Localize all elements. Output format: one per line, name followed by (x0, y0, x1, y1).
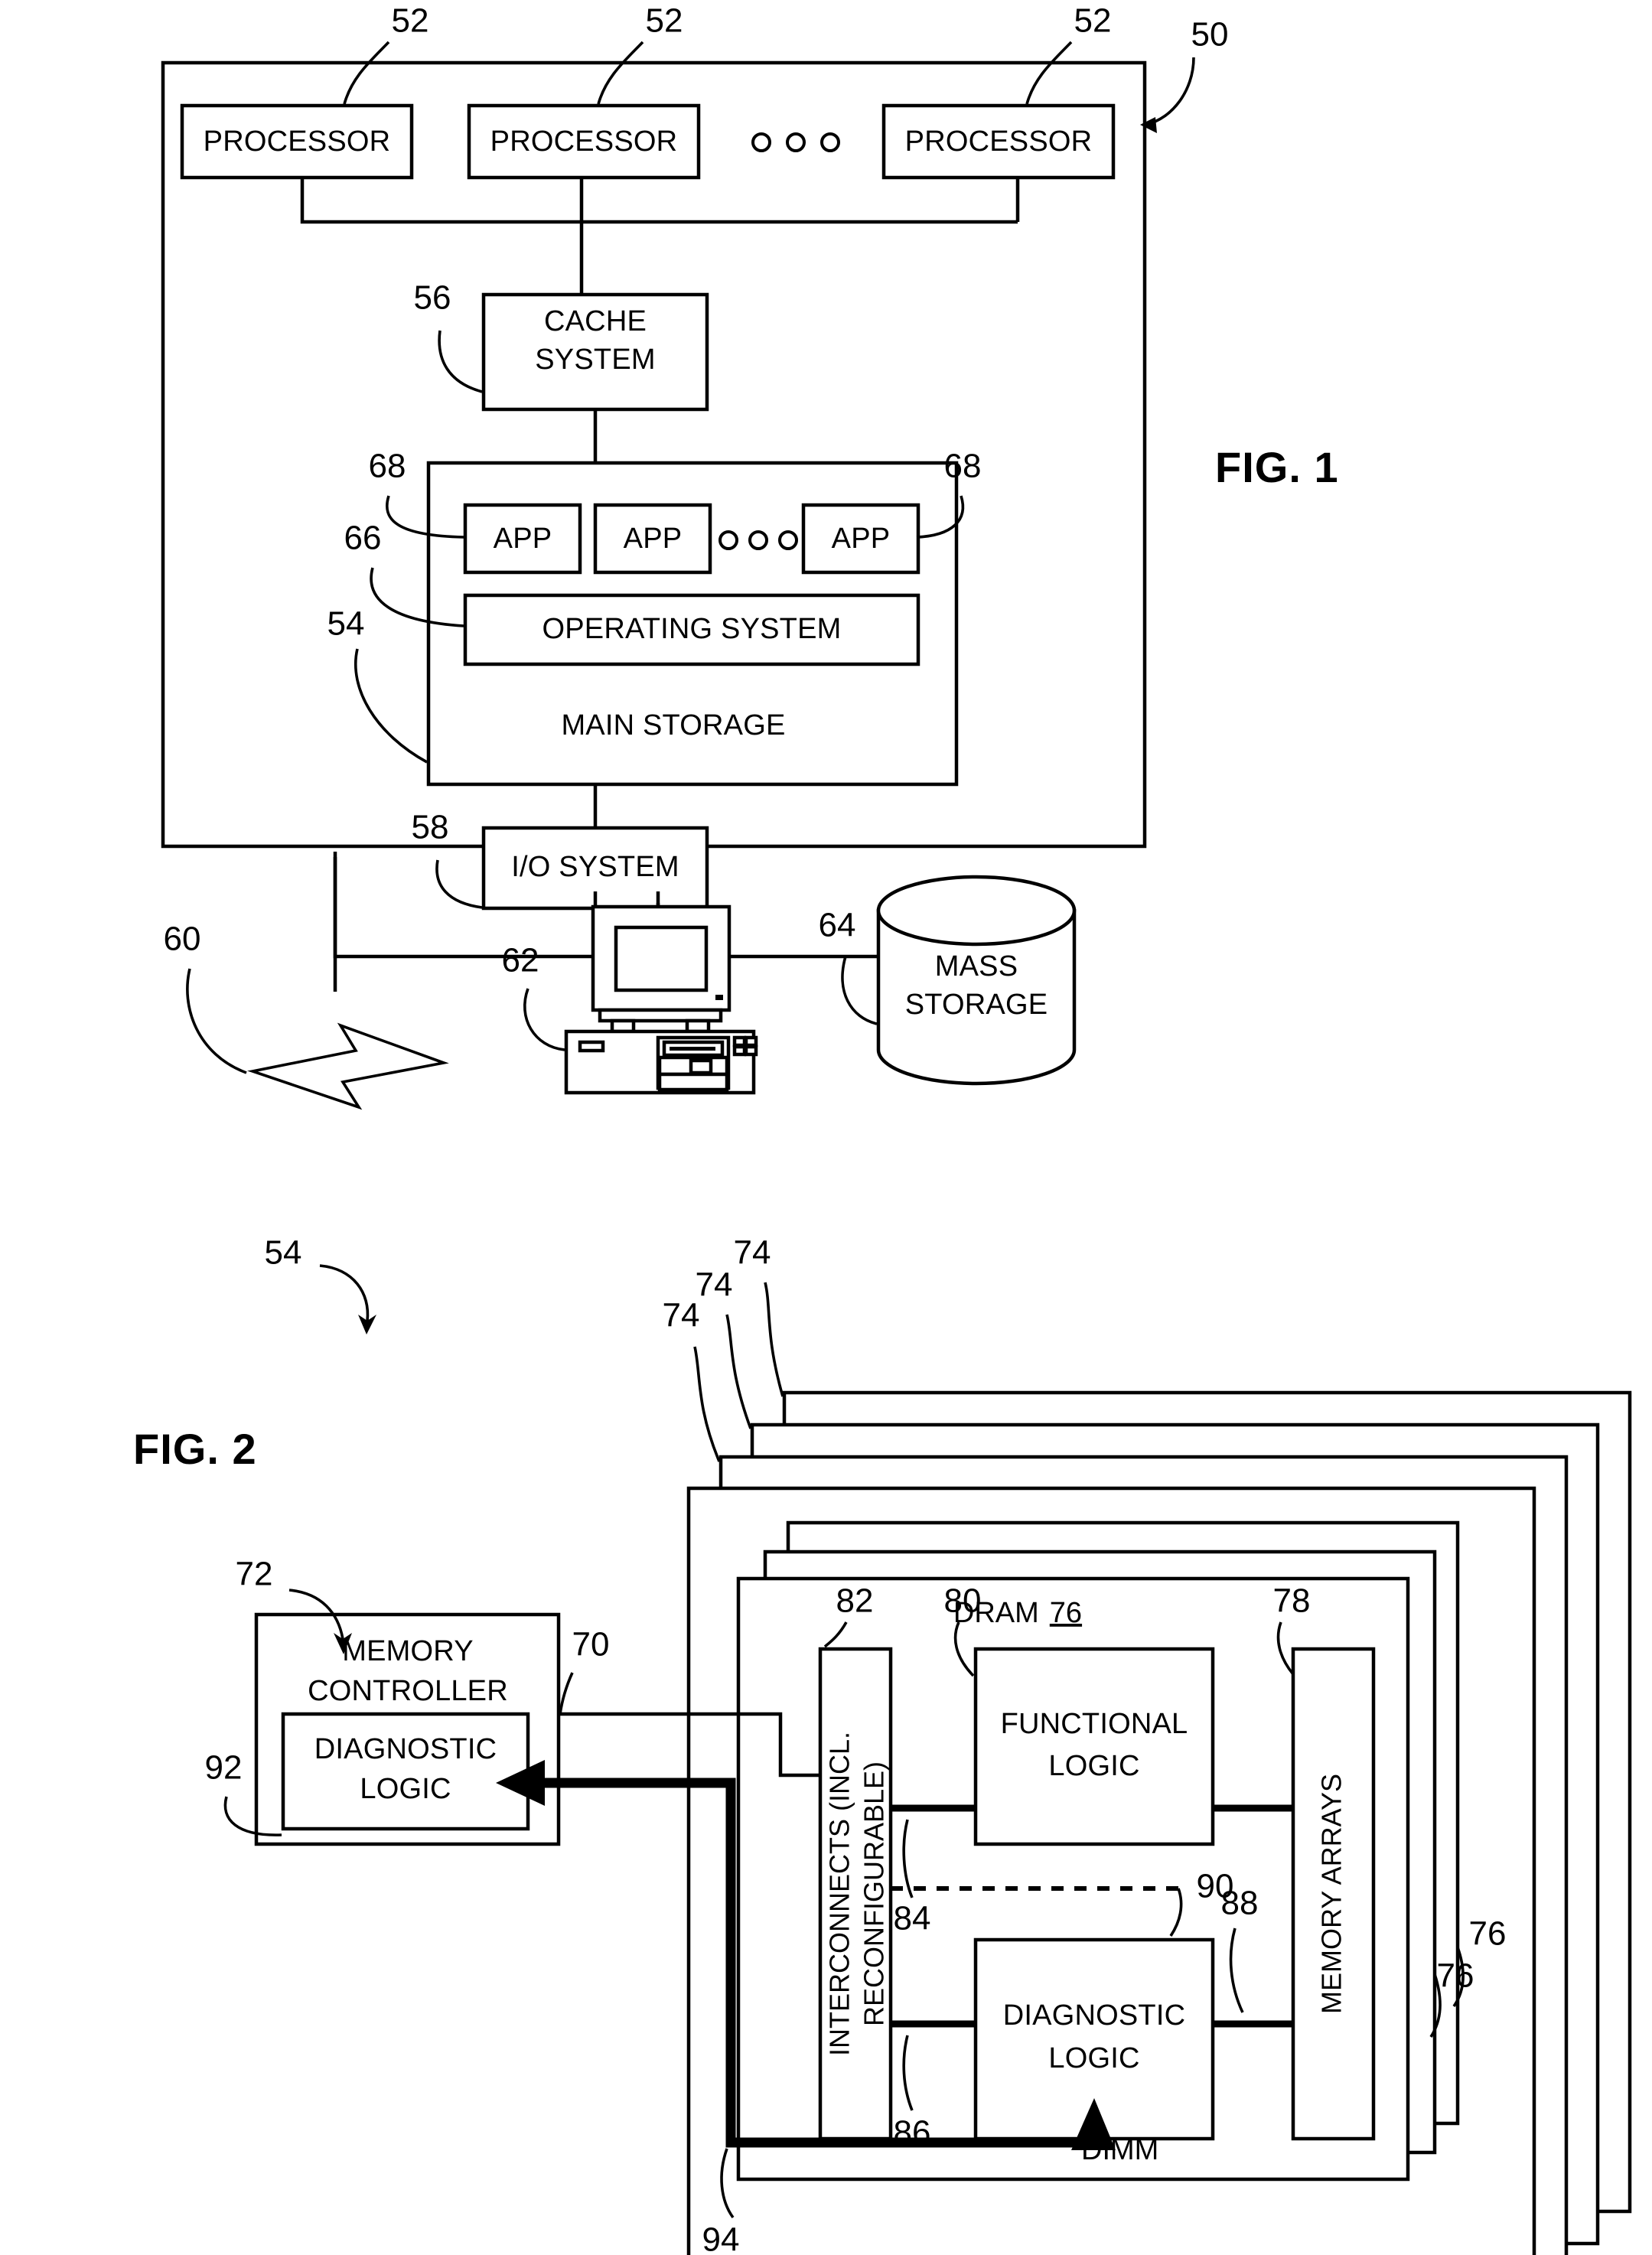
ref-lead-58 (435, 859, 483, 909)
functional-logic-label-line1: FUNCTIONAL (1001, 1708, 1188, 1740)
ref-label-54-fig1: 54 (327, 605, 365, 643)
memory-controller-label-line1: MEMORY (342, 1635, 474, 1667)
ref-label-52-3: 52 (1074, 2, 1112, 40)
interconnects-label-line1: INTERCONNECTS (INCL. (824, 1732, 855, 2056)
ref-label-50: 50 (1191, 16, 1229, 54)
ref-lead-50 (1147, 57, 1195, 125)
ref-label-62: 62 (502, 942, 539, 979)
ref-label-68-left: 68 (369, 448, 406, 485)
controller-diagnostic-line2: LOGIC (360, 1773, 451, 1805)
ref-label-84: 84 (894, 1900, 931, 1937)
ref-lead-60 (186, 968, 247, 1074)
figures-canvas: 50 PROCESSOR PROCESSOR PROCESSOR 52 52 5… (133, 2, 1632, 2255)
figure-2: FIG. 2 54 74 74 74 DRAM 76 INTERCONNECTS … (133, 1234, 1632, 2255)
io-system-label: I/O SYSTEM (511, 851, 679, 883)
ref-label-78: 78 (1273, 1582, 1311, 1620)
processor-label-3: PROCESSOR (905, 125, 1093, 158)
controller-diagnostic-line1: DIAGNOSTIC (314, 1733, 497, 1765)
interconnects-label-line2: RECONFIGURABLE) (859, 1761, 890, 2026)
functional-logic-box (973, 1647, 1215, 1846)
lightning-bolt-icon (247, 1022, 449, 1110)
ref-label-52-1: 52 (392, 2, 429, 40)
mass-storage-label-line1: MASS (935, 950, 1018, 982)
app-label-1: APP (494, 523, 552, 555)
ref-label-52-2: 52 (646, 2, 683, 40)
ref-label-64: 64 (819, 907, 856, 944)
ref-label-82: 82 (836, 1582, 874, 1620)
ref-lead-74-1 (764, 1282, 784, 1397)
dram-diagnostic-logic-line1: DIAGNOSTIC (1003, 1999, 1185, 2032)
cache-system-label-line1: CACHE (544, 305, 647, 337)
desktop-computer-icon (564, 904, 758, 1095)
ref-label-68-right: 68 (944, 448, 982, 485)
ref-label-76-2: 76 (1437, 1957, 1474, 1995)
main-storage-label: MAIN STORAGE (561, 709, 785, 741)
ref-label-74-2: 74 (696, 1266, 733, 1304)
functional-logic-label-line2: LOGIC (1048, 1750, 1139, 1782)
ref-lead-74-2 (725, 1314, 752, 1429)
ref-label-92: 92 (205, 1749, 243, 1787)
operating-system-label: OPERATING SYSTEM (543, 613, 842, 645)
ref-label-72: 72 (236, 1556, 273, 1593)
ref-label-74-1: 74 (734, 1234, 771, 1272)
figure-1-caption: FIG. 1 (1215, 443, 1339, 491)
controller-diagnostic-logic-box (281, 1712, 530, 1831)
app-label-3: APP (832, 523, 891, 555)
ref-label-90: 90 (1197, 1868, 1234, 1905)
memory-arrays-label: MEMORY ARRAYS (1316, 1774, 1347, 2014)
dram-diagnostic-logic-line2: LOGIC (1048, 2042, 1139, 2074)
app-label-2: APP (624, 523, 683, 555)
cache-system-label-line2: SYSTEM (535, 344, 655, 376)
ref-label-94: 94 (702, 2221, 740, 2255)
ref-lead-62 (523, 988, 565, 1051)
memory-controller-label-line2: CONTROLLER (308, 1675, 508, 1707)
patent-drawing-sheet: 50 PROCESSOR PROCESSOR PROCESSOR 52 52 5… (0, 0, 1652, 2255)
figure-2-caption: FIG. 2 (133, 1425, 257, 1473)
ref-label-58: 58 (412, 809, 449, 846)
ref-label-80: 80 (944, 1582, 982, 1620)
ref-lead-64 (841, 956, 878, 1025)
ref-lead-74-3 (693, 1346, 721, 1462)
figure-1: 50 PROCESSOR PROCESSOR PROCESSOR 52 52 5… (161, 2, 1339, 1110)
ref-label-66: 66 (344, 520, 382, 557)
ref-label-74-3: 74 (663, 1297, 700, 1334)
ref-label-54-fig2: 54 (265, 1234, 302, 1272)
ref-label-60: 60 (164, 921, 201, 958)
processor-label-1: PROCESSOR (204, 125, 391, 158)
processor-label-2: PROCESSOR (490, 125, 678, 158)
ref-lead-54-fig2 (319, 1264, 370, 1321)
ref-label-76-1: 76 (1469, 1915, 1507, 1953)
mass-storage-label-line2: STORAGE (905, 989, 1048, 1021)
ref-lead-70 (559, 1672, 574, 1715)
ref-label-70: 70 (572, 1626, 610, 1664)
ref-label-56: 56 (414, 279, 451, 317)
